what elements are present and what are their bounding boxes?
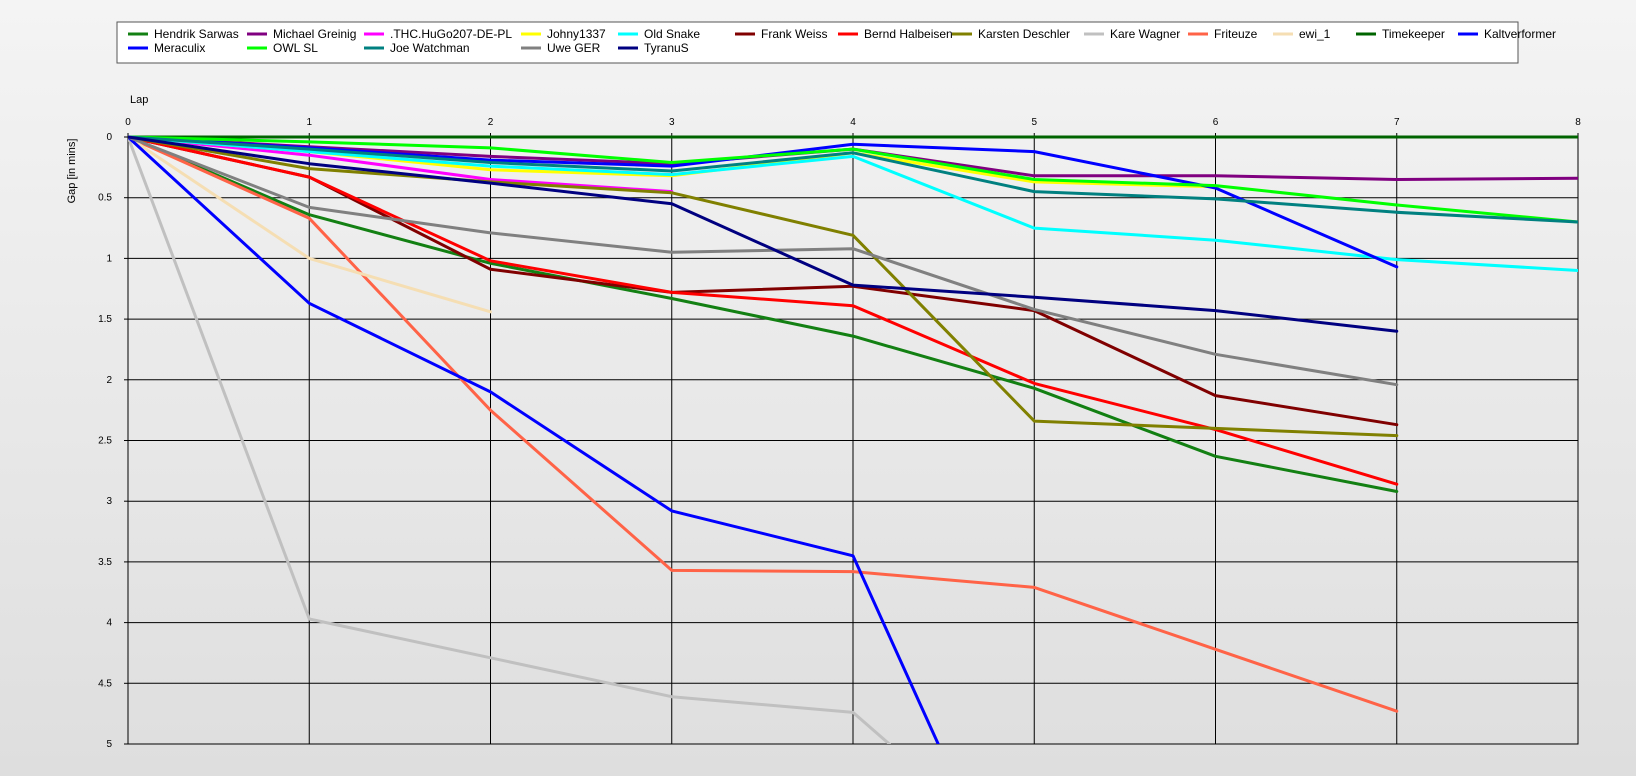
legend-label: Kaltverformer	[1484, 27, 1556, 41]
y-tick-label: 3.5	[98, 557, 112, 568]
x-tick-labels: 0 1 2 3 4 5 6 7 8	[125, 117, 1581, 128]
y-tick-label: 1	[106, 253, 112, 264]
legend-label: Timekeeper	[1382, 27, 1445, 41]
y-tick-label: 2.5	[98, 436, 112, 447]
legend-label: Bernd Halbeisen	[864, 27, 953, 41]
x-tick-label: 1	[306, 117, 312, 128]
legend-label: Hendrik Sarwas	[154, 27, 239, 41]
legend-label: Joe Watchman	[390, 41, 470, 55]
y-axis-title: Gap [in mins]	[66, 139, 78, 204]
y-tick-label: 1.5	[98, 314, 112, 325]
legend-label: Kare Wagner	[1110, 27, 1180, 41]
y-tick-label: 2	[106, 375, 112, 386]
y-tick-label: 0	[106, 132, 112, 143]
legend-label: OWL SL	[273, 41, 318, 55]
legend-label: TyranuS	[644, 41, 689, 55]
x-tick-label: 4	[850, 117, 856, 128]
x-tick-label: 3	[669, 117, 675, 128]
x-tick-label: 6	[1213, 117, 1219, 128]
x-tick-label: 0	[125, 117, 131, 128]
y-tick-labels: 0 0.5 1 1.5 2 2.5 3 3.5 4 4.5 5	[98, 132, 112, 750]
legend-label: Michael Greinig	[273, 27, 356, 41]
x-tick-label: 7	[1394, 117, 1400, 128]
legend-label: Friteuze	[1214, 27, 1258, 41]
y-tick-label: 5	[106, 739, 112, 750]
y-tick-label: 4.5	[98, 678, 112, 689]
y-tick-label: 0.5	[98, 193, 112, 204]
legend-label: .THC.HuGo207-DE-PL	[390, 27, 512, 41]
series-line-hendrik-sarwas	[128, 135, 1399, 493]
legend-label: Frank Weiss	[761, 27, 827, 41]
y-tick-label: 3	[106, 496, 112, 507]
y-tick-label: 4	[106, 618, 112, 629]
legend-label: ewi_1	[1299, 27, 1331, 41]
x-tick-label: 2	[488, 117, 494, 128]
x-tick-label: 5	[1031, 117, 1037, 128]
legend-label: Meraculix	[154, 41, 205, 55]
lap-gap-chart: Hendrik Sarwas Michael Greinig .THC.HuGo20…	[66, 21, 1581, 750]
x-axis-title: Lap	[130, 94, 148, 106]
legend-label: Johny1337	[547, 27, 606, 41]
legend-label: Old Snake	[644, 27, 700, 41]
legend-label: Uwe GER	[547, 41, 601, 55]
series-line-friteuze	[128, 135, 1399, 713]
legend-label: Karsten Deschler	[978, 27, 1070, 41]
x-tick-label: 8	[1575, 117, 1581, 128]
